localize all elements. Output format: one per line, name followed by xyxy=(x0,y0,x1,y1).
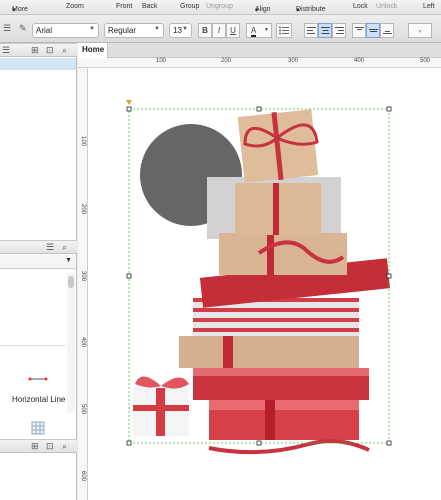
italic-button[interactable]: I xyxy=(212,23,226,38)
unlock-button[interactable]: Unlock xyxy=(376,3,397,10)
resize-handle xyxy=(126,106,132,112)
pages-panel-header: ☰ ⊞ ⊡ ⌕ xyxy=(0,43,77,57)
ruler-label: 300 xyxy=(288,58,299,64)
format-toolbar: ☰ ✎ Arial ▼ Regular ▼ 13 ▼ B I U A ▼ ▼ xyxy=(0,15,441,43)
ruler-label: 500 xyxy=(80,404,86,415)
valign-bottom-icon xyxy=(382,31,392,34)
valign-top-button[interactable] xyxy=(352,23,366,38)
add-page-icon[interactable]: ⊞ xyxy=(31,45,39,56)
vertical-ruler: 100 200 300 400 500 600 xyxy=(78,68,88,500)
search-icon[interactable]: ⌕ xyxy=(62,242,67,253)
align-text-center-button[interactable] xyxy=(318,23,332,38)
bold-button[interactable]: B xyxy=(198,23,212,38)
lock-button[interactable]: Lock xyxy=(353,3,368,10)
scrollbar-thumb[interactable] xyxy=(68,276,74,288)
ruler-label: 100 xyxy=(80,136,86,147)
ungroup-button[interactable]: Ungroup xyxy=(206,3,233,10)
ruler-label: 500 xyxy=(420,58,431,64)
font-family-value: Arial xyxy=(36,26,53,35)
resize-handle xyxy=(256,106,262,112)
align-left-icon xyxy=(306,27,316,34)
chevron-down-icon: ▼ xyxy=(154,26,160,32)
add-folder-icon[interactable]: ⊡ xyxy=(46,441,54,452)
add-folder-icon[interactable]: ⊡ xyxy=(46,45,54,56)
divider xyxy=(0,345,66,346)
rotate-handle-icon xyxy=(126,100,132,105)
search-icon[interactable]: ⌕ xyxy=(62,45,67,56)
font-style-value: Regular xyxy=(108,26,137,35)
ruler-label: 100 xyxy=(156,58,167,64)
pages-list-icon[interactable]: ☰ xyxy=(3,23,11,34)
valign-top-icon xyxy=(354,27,364,30)
bullet-list-icon xyxy=(279,26,289,35)
chevron-down-icon: ▼ xyxy=(182,26,188,32)
tab-bar: Home xyxy=(78,43,441,58)
pages-list-icon[interactable]: ☰ xyxy=(2,45,10,56)
search-icon[interactable]: ⌕ xyxy=(62,441,67,452)
horizontal-line-label: Horizontal Line xyxy=(12,395,66,404)
underline-button[interactable]: U xyxy=(226,23,240,38)
main-toolbar: More ▾ Zoom Front Back Group Ungroup Ali… xyxy=(0,0,441,15)
left-sidebar: ☰ ⊞ ⊡ ⌕ ☰ ⌕ ▼ Horizontal Line ⊞ ⊡ ⌕ xyxy=(0,43,77,500)
chevron-down-icon: ▼ xyxy=(417,29,423,35)
group-button[interactable]: Group xyxy=(180,3,199,10)
align-right-icon xyxy=(334,27,344,34)
align-text-right-button[interactable] xyxy=(332,23,346,38)
add-page-icon[interactable]: ⊞ xyxy=(31,441,39,452)
resize-handle xyxy=(386,273,392,279)
page-item-home[interactable] xyxy=(0,58,76,70)
bullets-button[interactable] xyxy=(276,23,292,38)
font-style-select[interactable]: Regular ▼ xyxy=(104,23,164,38)
distribute-label: Distribute xyxy=(296,6,326,13)
tab-home[interactable]: Home xyxy=(78,43,108,58)
resize-handle xyxy=(386,106,392,112)
resize-handle xyxy=(256,440,262,446)
font-size-select[interactable]: 13 ▼ xyxy=(169,23,192,38)
libraries-panel-header: ☰ ⌕ xyxy=(0,240,77,254)
ruler-label: 300 xyxy=(80,271,86,282)
ruler-label: 600 xyxy=(80,471,86,482)
more-arrow: ▾ xyxy=(12,7,16,14)
text-color-button[interactable]: A ▼ xyxy=(246,23,272,38)
chevron-down-icon: ▼ xyxy=(264,27,269,33)
table-widget-icon[interactable] xyxy=(31,421,45,435)
resize-handle xyxy=(386,440,392,446)
pencil-icon[interactable]: ✎ xyxy=(19,23,27,34)
valign-middle-icon xyxy=(368,29,378,32)
ruler-label: 200 xyxy=(80,204,86,215)
align-center-icon xyxy=(320,27,330,34)
horizontal-ruler: 100 200 300 400 500 xyxy=(78,58,441,68)
ruler-label: 200 xyxy=(221,58,232,64)
align-text-left-button[interactable] xyxy=(304,23,318,38)
valign-bottom-button[interactable] xyxy=(380,23,394,38)
resize-handle xyxy=(126,273,132,279)
distribute-arrow: ▾ xyxy=(296,7,300,14)
design-canvas[interactable] xyxy=(89,68,441,500)
hamburger-icon[interactable]: ☰ xyxy=(46,242,54,253)
text-color-label: A xyxy=(251,26,257,37)
outline-panel-header: ⊞ ⊡ ⌕ xyxy=(0,439,77,453)
horizontal-line-icon xyxy=(28,377,48,381)
ruler-label: 400 xyxy=(80,337,86,348)
fill-select[interactable]: ▼ xyxy=(408,23,432,38)
font-size-value: 13 xyxy=(173,26,182,35)
horizontal-line-widget[interactable]: Horizontal Line xyxy=(0,373,76,407)
chevron-down-icon: ▼ xyxy=(65,257,72,264)
bring-front-button[interactable]: Front xyxy=(116,3,132,10)
align-left-button[interactable]: Left xyxy=(423,3,435,10)
chevron-down-icon: ▼ xyxy=(89,26,95,32)
ruler-label: 400 xyxy=(354,58,365,64)
zoom-button[interactable]: Zoom xyxy=(66,3,84,10)
font-family-select[interactable]: Arial ▼ xyxy=(32,23,99,38)
align-arrow: ▾ xyxy=(255,7,259,14)
send-back-button[interactable]: Back xyxy=(142,3,158,10)
resize-handle xyxy=(126,440,132,446)
canvas-area: Home 100 200 300 400 500 100 200 300 400… xyxy=(78,43,441,500)
library-select[interactable]: ▼ xyxy=(0,255,76,269)
valign-middle-button[interactable] xyxy=(366,23,380,38)
